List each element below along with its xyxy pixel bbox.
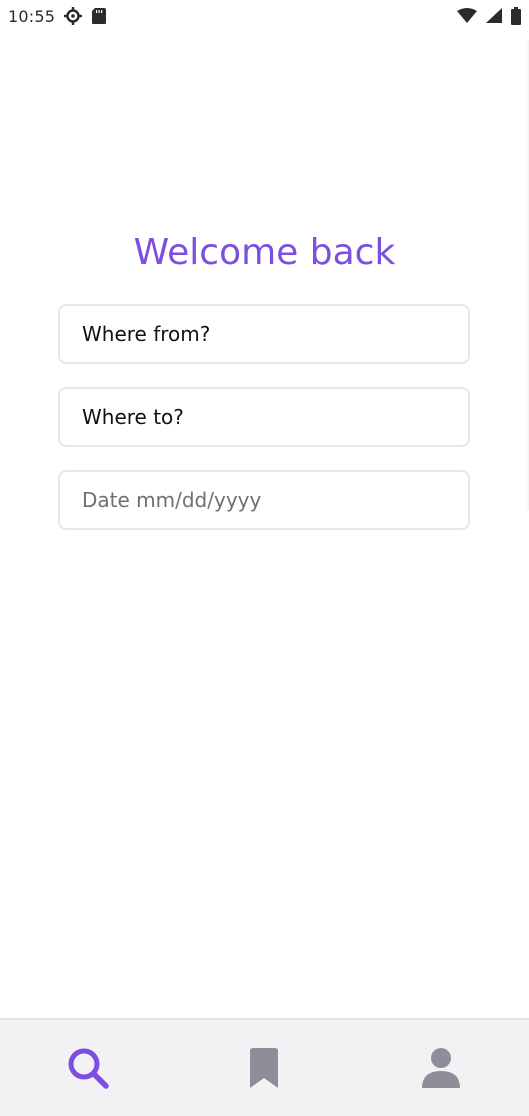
where-to-field[interactable]: Where to? xyxy=(58,387,470,447)
status-bar: 10:55 xyxy=(0,0,529,32)
nav-saved[interactable] xyxy=(224,1033,304,1103)
status-time: 10:55 xyxy=(8,6,56,26)
bookmark-icon xyxy=(248,1047,280,1089)
battery-icon xyxy=(511,7,521,25)
app-screen: 10:55 Welcome back Where from? Where to?… xyxy=(0,0,529,1116)
settings-icon xyxy=(63,6,83,26)
nav-profile[interactable] xyxy=(401,1033,481,1103)
status-right xyxy=(457,7,521,25)
page-title: Welcome back xyxy=(133,232,396,273)
profile-icon xyxy=(421,1047,461,1089)
wifi-icon xyxy=(457,8,477,24)
date-field[interactable]: Date mm/dd/yyyy xyxy=(58,470,470,530)
signal-icon xyxy=(485,8,503,24)
bottom-navigation xyxy=(0,1018,529,1116)
search-icon xyxy=(66,1046,110,1090)
date-placeholder: Date mm/dd/yyyy xyxy=(82,488,262,512)
nav-search[interactable] xyxy=(48,1033,128,1103)
where-from-field[interactable]: Where from? xyxy=(58,304,470,364)
where-from-value: Where from? xyxy=(82,322,211,346)
where-to-value: Where to? xyxy=(82,405,184,429)
status-left: 10:55 xyxy=(8,6,107,26)
sd-card-icon xyxy=(91,7,107,25)
